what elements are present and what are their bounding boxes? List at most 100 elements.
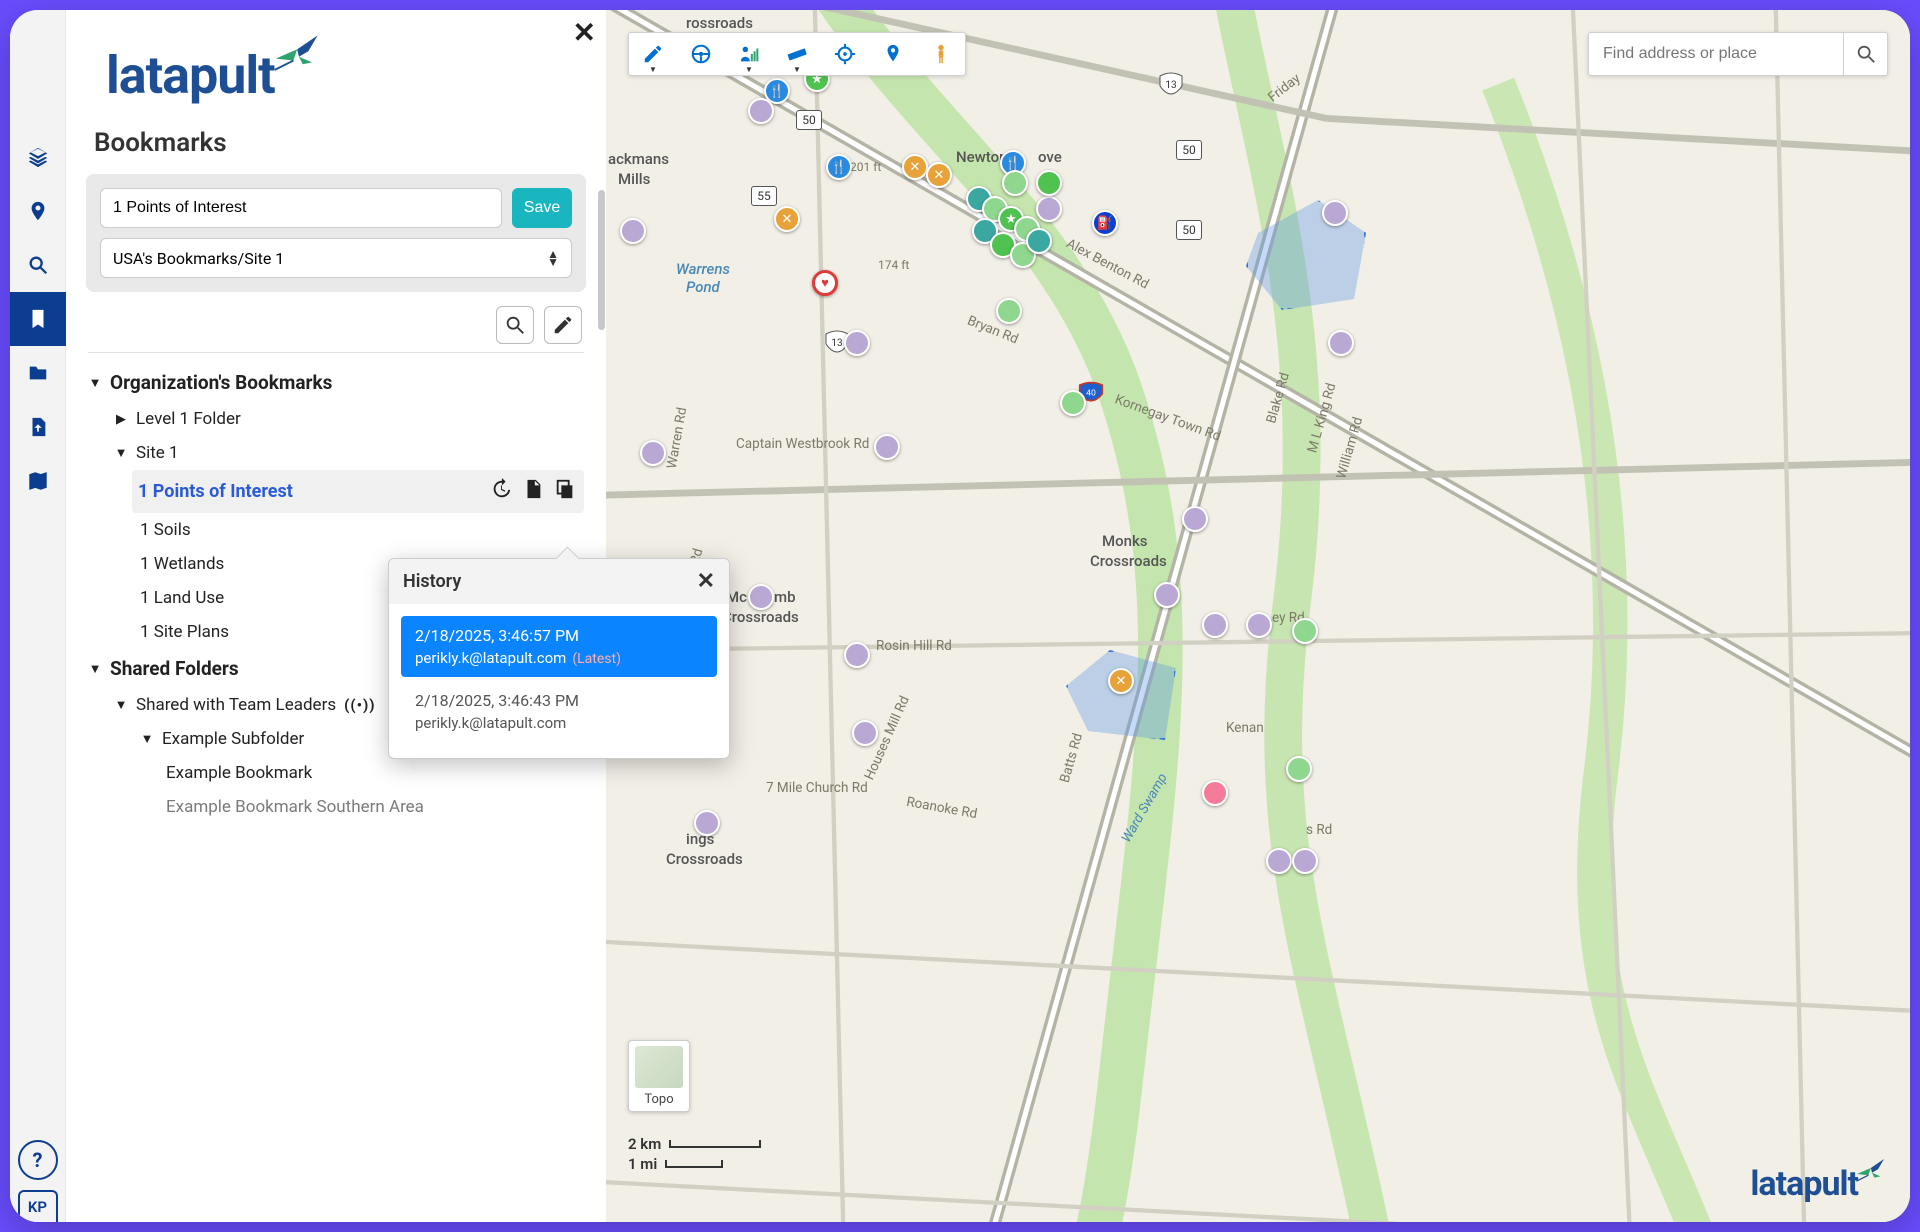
map-canvas[interactable]: 50 55 50 50 13 13 40 rossroads ackmans M…	[606, 10, 1910, 1222]
basemap-switcher[interactable]: Topo	[628, 1040, 690, 1112]
rail-places[interactable]	[10, 184, 66, 238]
map-poi[interactable]	[1154, 582, 1180, 608]
history-body: 2/18/2025, 3:46:57 PM perikly.k@latapult…	[389, 604, 729, 758]
history-button[interactable]	[490, 478, 512, 505]
crosshair-icon	[834, 43, 856, 65]
map-poi[interactable]	[844, 642, 870, 668]
map-place-label: rossroads	[686, 14, 753, 32]
rail-folders[interactable]	[10, 346, 66, 400]
tree-search-button[interactable]	[496, 306, 534, 344]
map-poi[interactable]	[1292, 618, 1318, 644]
scale-mi-label: 1 mi	[628, 1155, 657, 1173]
scrollbar-thumb[interactable]	[598, 190, 605, 330]
map-poi[interactable]	[748, 584, 774, 610]
watermark-logo: latapult	[1750, 1156, 1890, 1204]
rail-maps[interactable]	[10, 454, 66, 508]
rail-avatar[interactable]: KP	[18, 1190, 58, 1222]
bookmark-example-south[interactable]: Example Bookmark Southern Area	[88, 790, 584, 824]
map-poi[interactable]: ✕	[774, 206, 800, 232]
tool-driving[interactable]	[677, 32, 725, 76]
pin-icon	[27, 200, 49, 222]
scale-bar: 2 km 1 mi	[628, 1134, 761, 1174]
map-place-label: Crossroads	[666, 850, 743, 868]
map-poi[interactable]	[1322, 200, 1348, 226]
map-search	[1588, 32, 1888, 76]
map-poi[interactable]	[1202, 780, 1228, 806]
tree-tools	[66, 306, 606, 352]
panel-close-button[interactable]: ✕	[573, 16, 596, 49]
hwy-marker: 50	[1176, 220, 1202, 240]
map-poi[interactable]	[1246, 612, 1272, 638]
tree-edit-button[interactable]	[544, 306, 582, 344]
bookmark-label: 1 Points of Interest	[138, 481, 293, 502]
folder-level1[interactable]: ▶ Level 1 Folder	[88, 402, 584, 436]
tool-demographics[interactable]: ▼	[725, 32, 773, 76]
tool-pin[interactable]	[869, 32, 917, 76]
map-poi[interactable]	[1026, 228, 1052, 254]
tool-locate[interactable]	[821, 32, 869, 76]
tool-streetview[interactable]	[917, 32, 965, 76]
rail-upload[interactable]	[10, 400, 66, 454]
hwy-marker: 50	[796, 110, 822, 130]
map-poi[interactable]	[1182, 506, 1208, 532]
map-poi[interactable]	[1292, 848, 1318, 874]
map-poi[interactable]	[1002, 170, 1028, 196]
map-poi[interactable]	[1286, 756, 1312, 782]
ruler-icon	[786, 43, 808, 65]
history-item[interactable]: 2/18/2025, 3:46:43 PM perikly.k@latapult…	[401, 681, 717, 742]
history-user: perikly.k@latapult.com	[415, 714, 703, 732]
map-search-button[interactable]	[1843, 32, 1887, 76]
rail-search[interactable]	[10, 238, 66, 292]
map-poi[interactable]	[748, 98, 774, 124]
history-item[interactable]: 2/18/2025, 3:46:57 PM perikly.k@latapult…	[401, 616, 717, 677]
bookmark-poi-selected[interactable]: 1 Points of Interest	[132, 470, 584, 513]
bookmark-soils[interactable]: 1 Soils	[88, 513, 584, 547]
map-poi[interactable]	[874, 434, 900, 460]
bookmark-label: 1 Wetlands	[140, 554, 224, 574]
copy-button[interactable]	[554, 478, 576, 505]
map-poi[interactable]: ♥	[812, 270, 838, 296]
map-poi[interactable]	[996, 298, 1022, 324]
map-poi[interactable]	[640, 440, 666, 466]
rail-bookmarks[interactable]	[10, 292, 66, 346]
map-search-input[interactable]	[1589, 45, 1843, 63]
latest-badge: (Latest)	[572, 651, 621, 667]
pin-icon	[882, 43, 904, 65]
rail-layers[interactable]	[10, 130, 66, 184]
map-poi[interactable]	[1036, 170, 1062, 196]
divider	[88, 352, 584, 353]
map-poi[interactable]	[852, 720, 878, 746]
map-poi[interactable]: ⛽	[1092, 210, 1118, 236]
history-close-button[interactable]: ✕	[697, 569, 715, 594]
hummingbird-icon	[271, 30, 327, 78]
map-poi[interactable]: ✕	[926, 162, 952, 188]
bookmark-example[interactable]: Example Bookmark	[88, 756, 584, 790]
file-icon	[522, 478, 544, 500]
org-bookmarks-header[interactable]: ▼ Organization's Bookmarks	[88, 363, 584, 402]
map-poi[interactable]	[620, 218, 646, 244]
map-poi[interactable]	[1036, 196, 1062, 222]
brand-text: latapult	[106, 45, 275, 106]
bookmark-path-select[interactable]: USA's Bookmarks/Site 1 ▲▼	[100, 238, 572, 278]
bookmark-name-input[interactable]	[100, 188, 502, 228]
tool-measure[interactable]: ▼	[773, 32, 821, 76]
map-poi[interactable]	[1328, 330, 1354, 356]
map-road-label: Kenan	[1226, 720, 1264, 736]
folder-label: Site 1	[136, 443, 179, 463]
tool-draw[interactable]: ▼	[629, 32, 677, 76]
steering-wheel-icon	[690, 43, 712, 65]
map-poi[interactable]: ✕	[902, 154, 928, 180]
map-poi[interactable]	[1202, 612, 1228, 638]
map-poi[interactable]: 🍴	[826, 154, 852, 180]
folder-site1[interactable]: ▼ Site 1	[88, 436, 584, 470]
hummingbird-icon	[1854, 1156, 1890, 1186]
map-poi[interactable]: ✕	[1108, 668, 1134, 694]
map-poi[interactable]	[844, 330, 870, 356]
save-button[interactable]: Save	[512, 188, 572, 228]
export-button[interactable]	[522, 478, 544, 505]
pencil-icon	[642, 43, 664, 65]
rail-help[interactable]: ?	[18, 1140, 58, 1180]
map-poi[interactable]	[694, 810, 720, 836]
map-poi[interactable]	[1060, 390, 1086, 416]
map-poi[interactable]	[1266, 848, 1292, 874]
